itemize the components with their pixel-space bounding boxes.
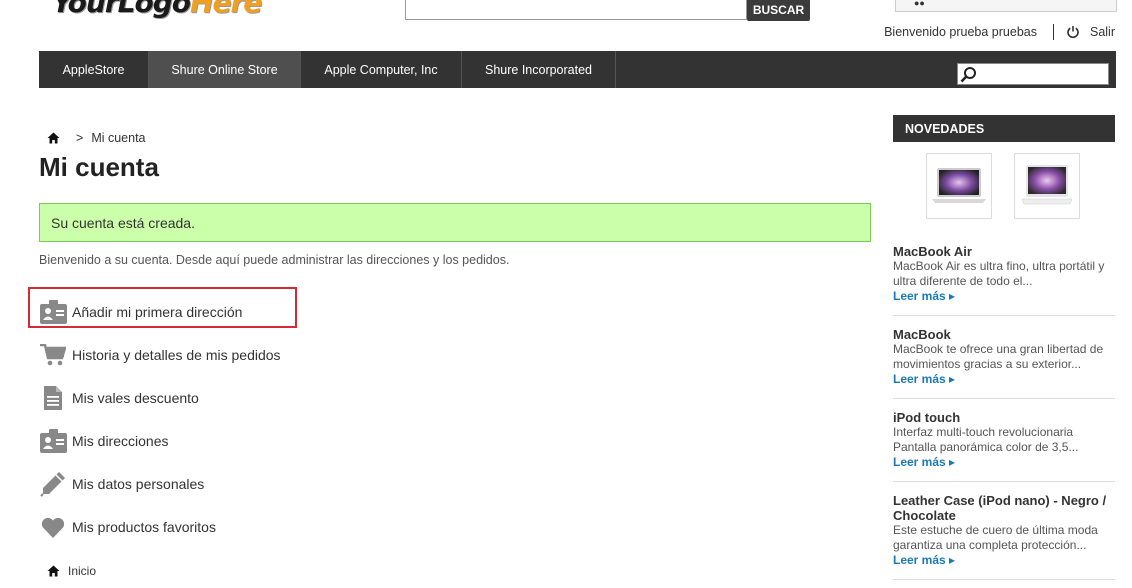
- cart-icon: ●●: [914, 0, 925, 8]
- laptop-image: [1021, 165, 1073, 205]
- sidebar-title: NOVEDADES: [893, 115, 1115, 142]
- product-description: MacBook Air es ultra fino, ultra portáti…: [893, 259, 1105, 273]
- divider: [893, 481, 1115, 482]
- laptop-image: [932, 168, 986, 203]
- product-name[interactable]: Leather Case (iPod nano) - Negro / Choco…: [893, 493, 1115, 523]
- product-description: ultra diferente de todo el...: [893, 274, 1033, 288]
- read-more-link[interactable]: Leer más: [893, 553, 1115, 568]
- breadcrumb-current: Mi cuenta: [91, 131, 146, 145]
- success-alert: Su cuenta está creada.: [39, 203, 871, 242]
- account-item-label: Historia y detalles de mis pedidos: [72, 347, 281, 363]
- nav-item-shure-incorporated[interactable]: Shure Incorporated: [462, 51, 616, 88]
- divider: [893, 398, 1115, 399]
- cart-summary[interactable]: ●●: [895, 0, 1117, 12]
- nav-search-input[interactable]: [957, 63, 1109, 85]
- address-card-icon: [39, 298, 67, 326]
- product-thumbnail[interactable]: [1014, 153, 1080, 219]
- pencil-icon: [39, 470, 67, 498]
- power-icon[interactable]: [1066, 25, 1080, 39]
- account-item-label: Mis productos favoritos: [72, 519, 216, 535]
- divider: [893, 579, 1115, 580]
- heart-icon: [39, 513, 67, 541]
- sidebar-product: iPod touch Interfaz multi-touch revoluci…: [893, 410, 1115, 470]
- header-search-input[interactable]: [405, 0, 747, 20]
- cart-icon: [39, 341, 67, 369]
- breadcrumb: > Mi cuenta: [47, 130, 146, 146]
- read-more-link[interactable]: Leer más: [893, 455, 1115, 470]
- welcome-user-text: Bienvenido prueba pruebas: [884, 25, 1037, 39]
- account-item-label: Añadir mi primera dirección: [72, 304, 243, 320]
- account-item-label: Mis datos personales: [72, 476, 205, 492]
- product-description: Interfaz multi-touch revolucionaria: [893, 425, 1074, 439]
- product-description: Este estuche de cuero de última moda: [893, 523, 1098, 537]
- welcome-text: Bienvenido a su cuenta. Desde aquí puede…: [39, 253, 510, 267]
- logout-link[interactable]: Salir: [1090, 25, 1115, 39]
- breadcrumb-separator: >: [76, 131, 84, 145]
- home-link[interactable]: Inicio: [47, 564, 96, 578]
- address-card-icon: [39, 427, 67, 455]
- product-description: MacBook te ofrece una gran libertad de: [893, 342, 1104, 356]
- account-item-label: Mis vales descuento: [72, 390, 199, 406]
- product-name[interactable]: iPod touch: [893, 410, 1115, 425]
- account-item-vouchers[interactable]: Mis vales descuento: [39, 384, 199, 412]
- account-item-wishlist[interactable]: Mis productos favoritos: [39, 513, 216, 541]
- product-thumbnail[interactable]: [926, 153, 992, 219]
- page-title: Mi cuenta: [39, 152, 159, 182]
- read-more-link[interactable]: Leer más: [893, 372, 1115, 387]
- document-icon: [39, 384, 67, 412]
- sidebar-product: MacBook MacBook te ofrece una gran liber…: [893, 327, 1115, 387]
- main-nav: AppleStore Shure Online Store Apple Comp…: [39, 51, 1116, 88]
- search-button[interactable]: BUSCAR: [747, 0, 810, 21]
- account-item-personal-data[interactable]: Mis datos personales: [39, 470, 204, 498]
- product-name[interactable]: MacBook: [893, 327, 1115, 342]
- home-icon[interactable]: [47, 132, 60, 144]
- product-description: Pantalla panorámica color de 3,5...: [893, 440, 1079, 454]
- product-name[interactable]: MacBook Air: [893, 244, 1115, 259]
- product-description: garantiza una completa protección...: [893, 538, 1087, 552]
- account-item-order-history[interactable]: Historia y detalles de mis pedidos: [39, 341, 281, 369]
- account-item-add-address[interactable]: Añadir mi primera dirección: [39, 298, 242, 326]
- user-bar: Bienvenido prueba pruebas Salir: [884, 23, 1115, 41]
- home-link-label: Inicio: [68, 564, 97, 578]
- read-more-link[interactable]: Leer más: [893, 289, 1115, 304]
- search-icon[interactable]: [960, 66, 978, 83]
- nav-item-shure-online-store[interactable]: Shure Online Store: [149, 51, 301, 88]
- divider: [893, 315, 1115, 316]
- site-logo[interactable]: YourLogoHere: [52, 0, 262, 19]
- nav-item-apple-computer[interactable]: Apple Computer, Inc: [301, 51, 462, 88]
- sidebar-product: Leather Case (iPod nano) - Negro / Choco…: [893, 493, 1115, 568]
- logo-accent-text: Here: [190, 0, 262, 19]
- home-icon: [47, 565, 60, 577]
- product-description: movimientos gracias a su exterior...: [893, 357, 1082, 371]
- account-item-label: Mis direcciones: [72, 433, 169, 449]
- sidebar-product: MacBook Air MacBook Air es ultra fino, u…: [893, 244, 1115, 304]
- logo-text: YourLogo: [52, 0, 191, 19]
- divider: [1052, 24, 1054, 40]
- account-item-addresses[interactable]: Mis direcciones: [39, 427, 168, 455]
- alert-text: Su cuenta está creada.: [51, 214, 195, 231]
- nav-item-applestore[interactable]: AppleStore: [39, 51, 149, 88]
